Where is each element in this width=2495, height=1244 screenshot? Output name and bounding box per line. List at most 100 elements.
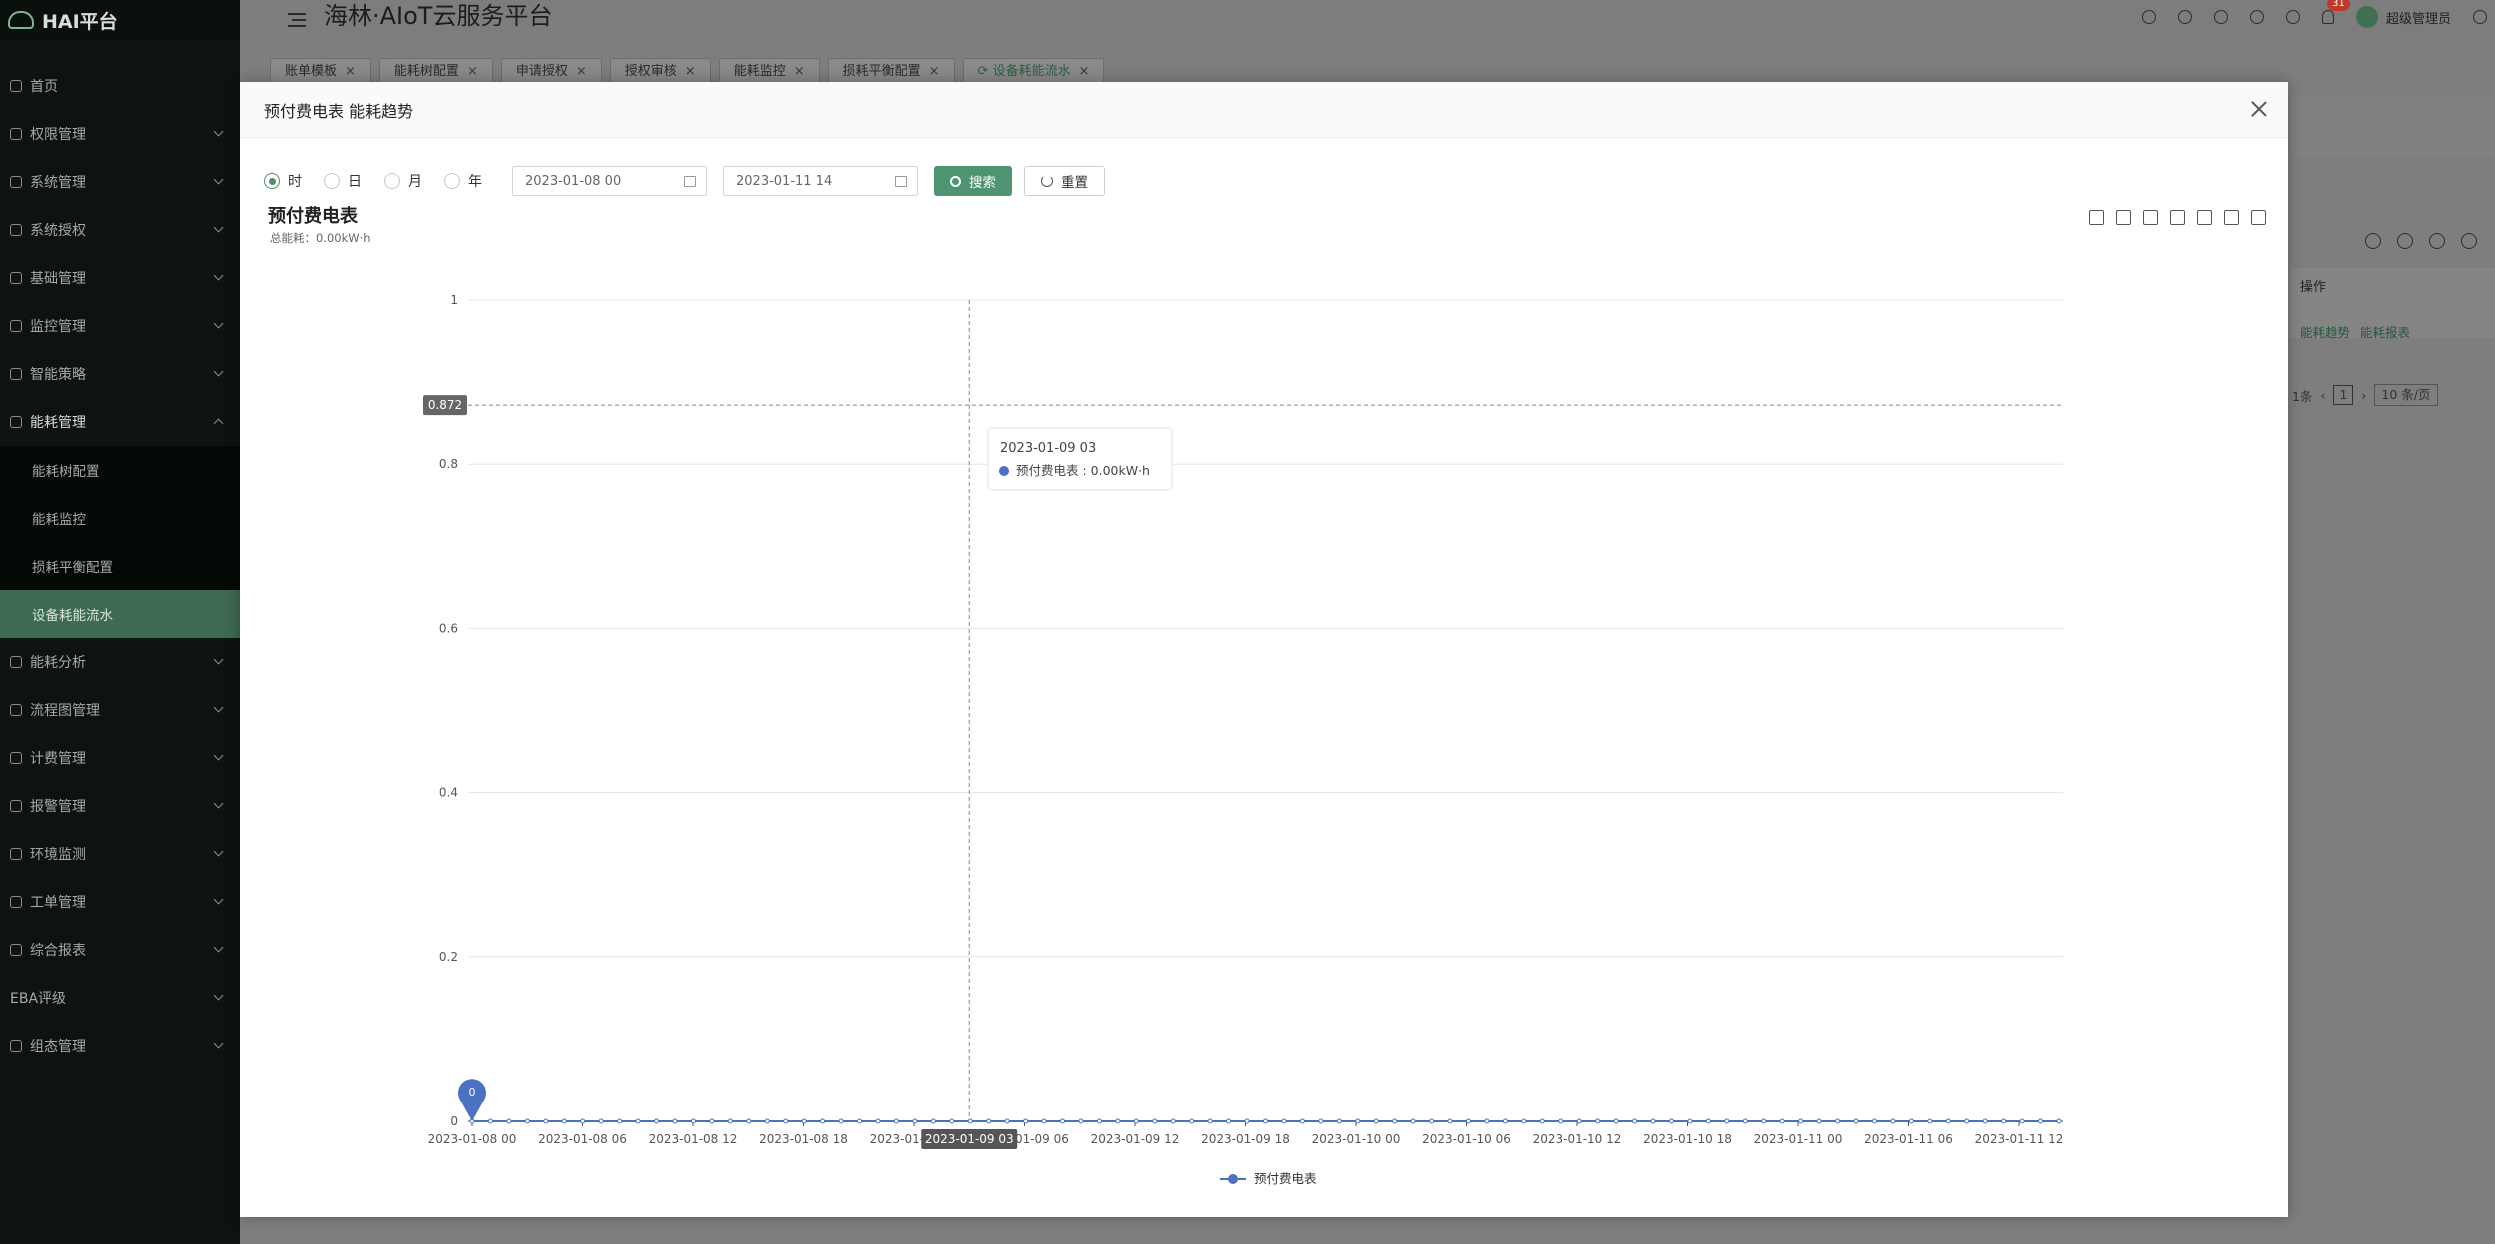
- y-tick-label: 0.4: [439, 786, 458, 800]
- tab-label: 设备耗能流水: [992, 64, 1071, 79]
- top-header: 海林·AIoT云服务平台 31 超级管理员: [240, 0, 2495, 40]
- series-point: [1263, 1118, 1268, 1124]
- sidebar-item-label: 能耗分析: [30, 655, 86, 671]
- series-point: [1429, 1118, 1435, 1124]
- series-point: [654, 1118, 660, 1124]
- page-size-select[interactable]: 10 条/页: [2374, 384, 2438, 406]
- sidebar-item-energy-analysis[interactable]: 能耗分析: [0, 638, 240, 686]
- column-height-icon[interactable]: [2397, 233, 2413, 249]
- sidebar-item-basic[interactable]: 基础管理: [0, 254, 240, 302]
- sidebar-item-label: 损耗平衡配置: [32, 560, 113, 576]
- series-point: [1742, 1118, 1748, 1124]
- sidebar-item-authorization[interactable]: 系统授权: [0, 206, 240, 254]
- sidebar-item-label: 系统管理: [30, 175, 86, 191]
- series-point: [1576, 1118, 1582, 1124]
- series-point: [893, 1118, 899, 1124]
- clock-icon[interactable]: [2285, 10, 2300, 24]
- series-point: [617, 1118, 623, 1124]
- series-point: [1982, 1118, 1988, 1124]
- sidebar-item-system[interactable]: 系统管理: [0, 158, 240, 206]
- series-point: [1484, 1118, 1490, 1124]
- refresh-icon[interactable]: [2365, 233, 2381, 249]
- bell-icon[interactable]: 31: [2321, 0, 2350, 24]
- monitor-icon: [10, 176, 22, 188]
- series-point: [524, 1118, 530, 1124]
- chevron-down-icon: [213, 126, 224, 137]
- sidebar-subitem-energy-tree[interactable]: 能耗树配置: [0, 446, 240, 494]
- report-icon: [10, 944, 22, 956]
- wallet-icon: [10, 752, 22, 764]
- x-tick-label: 2023-01-11 12: [1975, 1132, 2064, 1146]
- sidebar-item-reports[interactable]: 综合报表: [0, 926, 240, 974]
- energy-trend-link[interactable]: 能耗趋势: [2300, 322, 2350, 341]
- close-icon[interactable]: ×: [794, 64, 805, 79]
- tooltip-box: [987, 427, 1173, 491]
- sidebar-item-label: 系统授权: [30, 223, 86, 239]
- notification-badge: 31: [2326, 0, 2350, 11]
- refresh-icon[interactable]: ⟳: [978, 64, 993, 79]
- prev-page-icon[interactable]: ‹: [2320, 388, 2325, 403]
- sidebar-item-flowchart[interactable]: 流程图管理: [0, 686, 240, 734]
- logo[interactable]: HAI平台: [0, 0, 240, 40]
- series-point: [1908, 1118, 1914, 1124]
- header-tools: 31 超级管理员: [2141, 0, 2495, 34]
- home-icon: [10, 80, 22, 92]
- close-icon[interactable]: ×: [467, 64, 478, 79]
- menu-toggle-icon[interactable]: [288, 13, 306, 27]
- close-icon[interactable]: ×: [929, 64, 940, 79]
- x-tick-label: 2023-01-09 18: [1201, 1132, 1290, 1146]
- series-point: [912, 1118, 918, 1124]
- sidebar-item-alarm[interactable]: 报警管理: [0, 782, 240, 830]
- energy-report-link[interactable]: 能耗报表: [2360, 322, 2410, 341]
- sidebar-item-eba[interactable]: EBA评级: [0, 974, 240, 1022]
- x-tick-label: 2023-01-08 06: [538, 1132, 627, 1146]
- page-number[interactable]: 1: [2333, 385, 2354, 405]
- series-point: [1023, 1118, 1029, 1124]
- sidebar-item-monitoring[interactable]: 监控管理: [0, 302, 240, 350]
- close-icon[interactable]: ×: [345, 64, 356, 79]
- x-tick-label: 2023-01-11 06: [1864, 1132, 1953, 1146]
- fullscreen-icon[interactable]: [2249, 10, 2264, 24]
- series-point: [1004, 1118, 1010, 1124]
- sidebar-item-workorder[interactable]: 工单管理: [0, 878, 240, 926]
- series-point: [709, 1118, 715, 1124]
- energy-submenu: 能耗树配置 能耗监控 损耗平衡配置 设备耗能流水: [0, 446, 240, 638]
- sidebar-item-home[interactable]: 首页: [0, 62, 240, 110]
- avatar[interactable]: [2355, 6, 2378, 28]
- globe-icon[interactable]: [2473, 10, 2487, 24]
- search-icon[interactable]: [2141, 10, 2156, 24]
- value-marker-label: 0: [469, 1086, 476, 1099]
- sidebar-subitem-energy-monitor[interactable]: 能耗监控: [0, 494, 240, 542]
- fullscreen-icon[interactable]: [2461, 233, 2477, 249]
- gear-icon[interactable]: [2429, 233, 2445, 249]
- sidebar-item-label: 能耗树配置: [32, 464, 100, 480]
- series-point: [1078, 1118, 1084, 1124]
- sidebar-item-configuration[interactable]: 组态管理: [0, 1022, 240, 1070]
- next-page-icon[interactable]: ›: [2361, 388, 2366, 403]
- camera-icon: [10, 320, 22, 332]
- x-tick-label: 2023-01-10 06: [1422, 1132, 1511, 1146]
- user-name[interactable]: 超级管理员: [2386, 8, 2451, 27]
- close-icon[interactable]: ×: [576, 64, 587, 79]
- chevron-down-icon: [213, 270, 224, 281]
- series-point: [857, 1118, 863, 1124]
- chevron-down-icon: [213, 222, 224, 233]
- sidebar-subitem-device-energy-flow[interactable]: 设备耗能流水: [0, 590, 240, 638]
- series-point: [1705, 1118, 1711, 1124]
- series-point: [1355, 1118, 1361, 1124]
- theme-icon[interactable]: [2213, 10, 2228, 24]
- sidebar-item-energy[interactable]: 能耗管理: [0, 398, 240, 446]
- close-icon[interactable]: ×: [685, 64, 696, 79]
- help-icon[interactable]: [2177, 10, 2192, 24]
- series-point: [764, 1118, 770, 1124]
- series-point: [561, 1118, 567, 1124]
- sidebar-item-environment[interactable]: 环境监测: [0, 830, 240, 878]
- sidebar-item-strategy[interactable]: 智能策略: [0, 350, 240, 398]
- close-icon[interactable]: ×: [1079, 64, 1090, 79]
- sidebar-subitem-loss-balance[interactable]: 损耗平衡配置: [0, 542, 240, 590]
- leaf-icon: [10, 848, 22, 860]
- sidebar-item-billing[interactable]: 计费管理: [0, 734, 240, 782]
- series-point: [506, 1118, 512, 1124]
- sidebar-item-permissions[interactable]: 权限管理: [0, 110, 240, 158]
- chevron-down-icon: [213, 942, 224, 953]
